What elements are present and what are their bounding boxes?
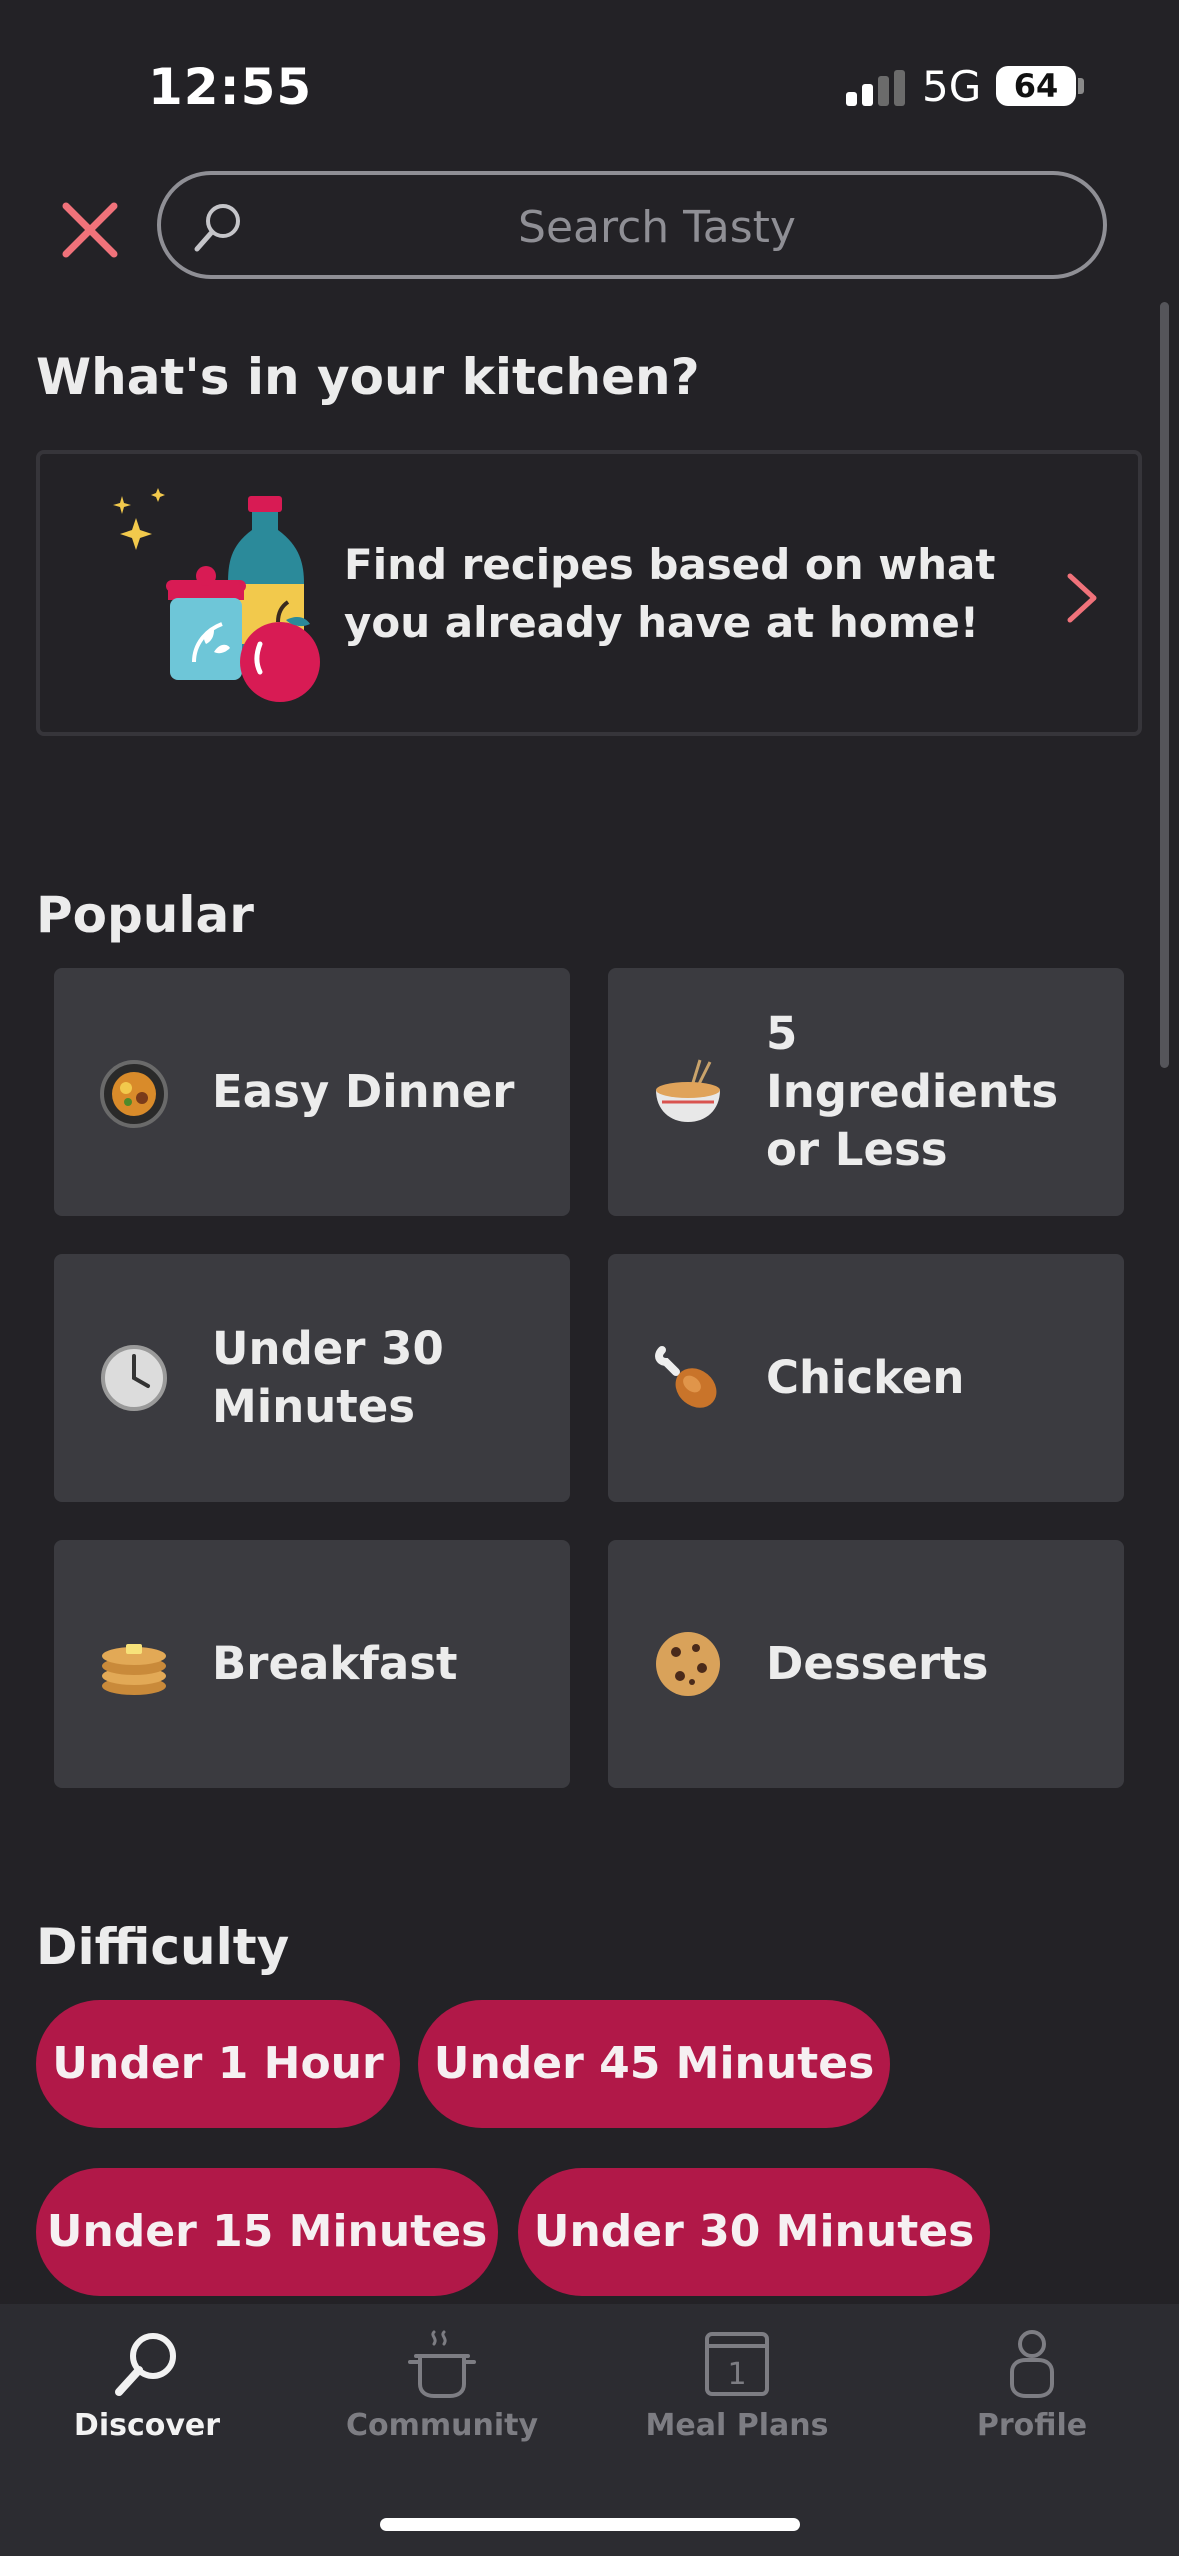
tab-meal-plans[interactable]: 1 Meal Plans bbox=[617, 2304, 857, 2464]
popular-tile-under-30-minutes[interactable]: Under 30 Minutes bbox=[54, 1254, 570, 1502]
chevron-right-icon bbox=[1067, 573, 1097, 623]
status-time: 12:55 bbox=[148, 58, 313, 116]
tab-label: Discover bbox=[73, 2408, 221, 2443]
tab-label: Community bbox=[345, 2408, 539, 2443]
tab-label: Profile bbox=[976, 2408, 1088, 2443]
cookie-icon bbox=[656, 1632, 720, 1696]
pot-icon bbox=[408, 2330, 476, 2398]
tab-profile[interactable]: Profile bbox=[912, 2304, 1152, 2464]
popular-tile-chicken[interactable]: Chicken bbox=[608, 1254, 1124, 1502]
popular-section-title: Popular bbox=[36, 886, 254, 944]
battery-icon: 64 bbox=[996, 66, 1076, 106]
tab-label: Meal Plans bbox=[645, 2408, 829, 2443]
calendar-badge: 1 bbox=[727, 2357, 746, 2392]
tile-label: Under 30 Minutes bbox=[212, 1322, 444, 1433]
popular-tile-desserts[interactable]: Desserts bbox=[608, 1540, 1124, 1788]
tile-label: Breakfast bbox=[212, 1637, 458, 1690]
tile-label: 5 Ingredients or Less bbox=[766, 1007, 1059, 1176]
tab-discover[interactable]: Discover bbox=[27, 2304, 267, 2464]
cellular-signal-icon bbox=[846, 70, 906, 106]
difficulty-pill-under-1-hour[interactable]: Under 1 Hour bbox=[36, 2000, 400, 2128]
tile-label: Desserts bbox=[766, 1637, 989, 1690]
difficulty-pill-under-30-minutes[interactable]: Under 30 Minutes bbox=[518, 2168, 990, 2296]
clock-icon bbox=[101, 1345, 167, 1411]
tile-label: Easy Dinner bbox=[212, 1065, 515, 1118]
search-icon bbox=[194, 204, 240, 252]
kitchen-section-title: What's in your kitchen? bbox=[36, 348, 700, 406]
difficulty-section-title: Difficulty bbox=[36, 1918, 290, 1976]
pan-dish-icon bbox=[100, 1060, 168, 1128]
popular-tile-easy-dinner[interactable]: Easy Dinner bbox=[54, 968, 570, 1216]
search-bar[interactable] bbox=[157, 171, 1107, 279]
difficulty-pill-under-45-minutes[interactable]: Under 45 Minutes bbox=[418, 2000, 890, 2128]
search-icon bbox=[115, 2333, 176, 2396]
search-input[interactable] bbox=[251, 193, 1063, 261]
kitchen-pantry-illustration bbox=[113, 488, 320, 702]
drumstick-icon bbox=[655, 1346, 717, 1408]
tab-community[interactable]: Community bbox=[322, 2304, 562, 2464]
home-indicator[interactable] bbox=[380, 2518, 800, 2531]
battery-cap bbox=[1078, 78, 1084, 94]
popular-tile-5-ingredients[interactable]: 5 Ingredients or Less bbox=[608, 968, 1124, 1216]
close-button[interactable] bbox=[56, 196, 124, 264]
tile-label: Chicken bbox=[766, 1351, 965, 1404]
person-icon bbox=[1010, 2330, 1054, 2398]
kitchen-card-text: Find recipes based on what you already h… bbox=[344, 540, 996, 647]
kitchen-finder-card[interactable]: Find recipes based on what you already h… bbox=[36, 450, 1142, 736]
noodle-bowl-icon bbox=[656, 1059, 720, 1122]
network-type: 5G bbox=[922, 62, 982, 111]
close-icon bbox=[62, 202, 118, 258]
scrollbar[interactable] bbox=[1160, 302, 1169, 1068]
difficulty-pill-under-15-minutes[interactable]: Under 15 Minutes bbox=[36, 2168, 498, 2296]
pancakes-icon bbox=[102, 1644, 166, 1695]
popular-tile-breakfast[interactable]: Breakfast bbox=[54, 1540, 570, 1788]
calendar-icon: 1 bbox=[705, 2332, 769, 2396]
